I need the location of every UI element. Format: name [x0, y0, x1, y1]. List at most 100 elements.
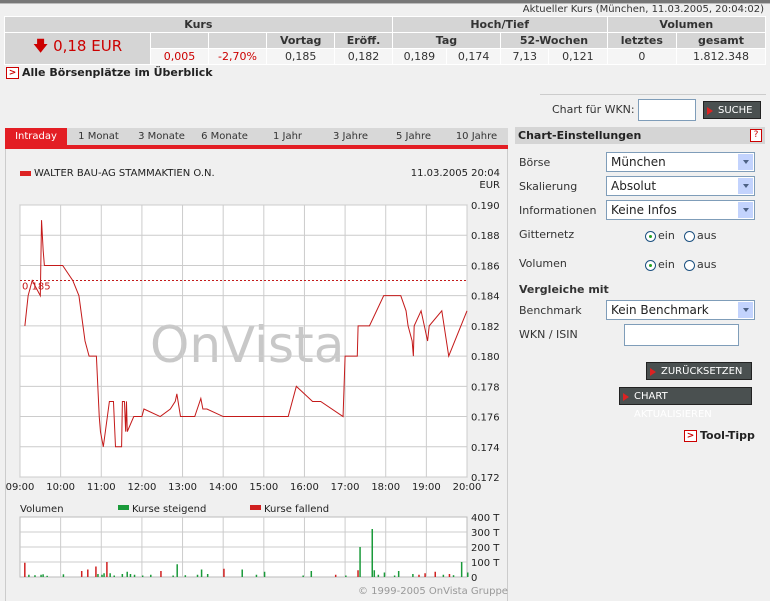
col-tag: Tag	[391, 32, 502, 49]
current-price-info: Aktueller Kurs (München, 11.03.2005, 20:…	[522, 4, 764, 15]
tooltip-link[interactable]: > Tool-Tipp	[684, 429, 755, 442]
radio-label: ein	[658, 258, 675, 271]
x-tick-label: 19:00	[412, 482, 441, 493]
volume-bar	[359, 547, 361, 577]
volume-bar	[310, 571, 313, 577]
volume-bar	[40, 574, 42, 577]
volume-bar	[62, 574, 65, 577]
arrow-down-icon: 🡇	[32, 37, 49, 55]
tab-intraday[interactable]: Intraday	[5, 128, 67, 145]
volumen-ein-radio[interactable]: ein	[645, 258, 675, 271]
current-price: 0,18 EUR	[53, 37, 123, 55]
informationen-value: Keine Infos	[611, 203, 677, 217]
volume-bar	[160, 571, 162, 577]
vergleiche-heading: Vergleiche mit	[519, 283, 609, 296]
volume-bar	[103, 573, 105, 577]
volume-tick-label: 200 T	[471, 543, 500, 554]
volume-bar	[424, 573, 426, 577]
volume-bar	[397, 571, 400, 577]
volume-bar	[200, 569, 203, 577]
informationen-select[interactable]: Keine Infos	[606, 200, 755, 220]
change-pct: -2,70%	[208, 48, 267, 65]
chart-title-text: WALTER BAU-AG STAMMAKTIEN O.N.	[34, 168, 215, 179]
series-swatch	[20, 170, 31, 176]
benchmark-label: Benchmark	[519, 304, 582, 317]
y-tick-label: 0.176	[471, 413, 500, 424]
tab-10-jahre[interactable]: 10 Jahre	[445, 128, 508, 145]
header-hochtief: Hoch/Tief	[391, 16, 608, 33]
volume-bar	[42, 574, 44, 577]
skalierung-select[interactable]: Absolut	[606, 176, 755, 196]
volume-bar	[196, 574, 199, 577]
volume-bar	[184, 575, 187, 577]
y-tick-label: 0.186	[471, 261, 500, 272]
link-arrow-icon: >	[6, 67, 19, 79]
x-tick-label: 18:00	[371, 482, 400, 493]
gitternetz-aus-radio[interactable]: aus	[684, 229, 716, 242]
reset-button[interactable]: ZURÜCKSETZEN	[646, 362, 752, 380]
tab-3-jahre[interactable]: 3 Jahre	[319, 128, 382, 145]
y-tick-label: 0.180	[471, 352, 500, 363]
skalierung-label: Skalierung	[519, 180, 578, 193]
volume-tick-label: 300 T	[471, 528, 500, 539]
informationen-label: Informationen	[519, 204, 597, 217]
vol-letztes: 0	[606, 48, 678, 65]
volume-bar	[206, 574, 209, 577]
y-tick-label: 0.184	[471, 292, 500, 303]
volume-bar	[377, 574, 380, 577]
radio-unchecked-icon	[684, 230, 695, 242]
volume-bar	[334, 574, 337, 577]
volume-bar	[371, 529, 374, 577]
volume-bar	[80, 571, 83, 577]
tab-3-monate[interactable]: 3 Monate	[130, 128, 193, 145]
volume-bar	[113, 575, 115, 577]
watermark-logo: OnVista	[150, 316, 344, 374]
y-tick-label: 0.172	[471, 473, 500, 484]
gitternetz-ein-radio[interactable]: ein	[645, 229, 675, 242]
volume-bar	[101, 574, 103, 577]
volume-bar	[373, 570, 376, 577]
volumen-aus-radio[interactable]: aus	[684, 258, 716, 271]
help-icon[interactable]: ?	[750, 129, 762, 142]
wkn-isin-input[interactable]	[624, 324, 739, 346]
tooltip-label: Tool-Tipp	[700, 429, 755, 442]
col-eroeff: Eröff.	[334, 32, 393, 49]
wkn-search-input[interactable]	[638, 99, 696, 121]
volume-bar	[383, 572, 386, 577]
update-chart-button[interactable]: CHART AKTUALISIEREN	[619, 387, 752, 420]
x-tick-label: 09:00	[6, 482, 35, 493]
boerse-select[interactable]: München	[606, 152, 755, 172]
volume-bar	[126, 571, 128, 577]
tab-1-jahr[interactable]: 1 Jahr	[256, 128, 319, 145]
volume-bar	[412, 574, 414, 577]
volume-bar	[121, 574, 124, 577]
volume-bar	[302, 575, 304, 577]
col-52w: 52-Wochen	[500, 32, 608, 49]
volume-label: Volumen	[20, 504, 64, 515]
volume-bar	[172, 575, 174, 577]
boerse-label: Börse	[519, 156, 551, 169]
radio-checked-icon	[645, 230, 656, 242]
volume-bar	[241, 569, 243, 577]
x-tick-label: 14:00	[209, 482, 238, 493]
volume-chart: Volumen Kurse steigend Kurse fallend 400 T 3…	[19, 504, 500, 584]
volumen-label: Volumen	[519, 257, 567, 270]
quote-table: Kurs Hoch/Tief Volumen 🡇 0,18 EUR Vortag…	[4, 16, 767, 65]
tab-1-monat[interactable]: 1 Monat	[67, 128, 130, 145]
volume-bar	[434, 571, 436, 577]
eroeff: 0,182	[334, 48, 393, 65]
x-tick-label: 16:00	[290, 482, 319, 493]
header-kurs: Kurs	[4, 16, 393, 33]
benchmark-select[interactable]: Kein Benchmark	[606, 300, 755, 320]
volume-bar	[150, 574, 152, 577]
x-tick-label: 15:00	[249, 482, 278, 493]
search-button[interactable]: SUCHE	[703, 101, 761, 119]
all-exchanges-link[interactable]: > Alle Börsenplätze im Überblick	[6, 66, 213, 79]
all-exchanges-label: Alle Börsenplätze im Überblick	[22, 66, 213, 79]
chevron-down-icon	[743, 308, 749, 312]
y-tick-label: 0.174	[471, 443, 500, 454]
tab-6-monate[interactable]: 6 Monate	[193, 128, 256, 145]
volume-bar	[133, 574, 136, 577]
legend-down-swatch	[250, 505, 261, 510]
tab-5-jahre[interactable]: 5 Jahre	[382, 128, 445, 145]
